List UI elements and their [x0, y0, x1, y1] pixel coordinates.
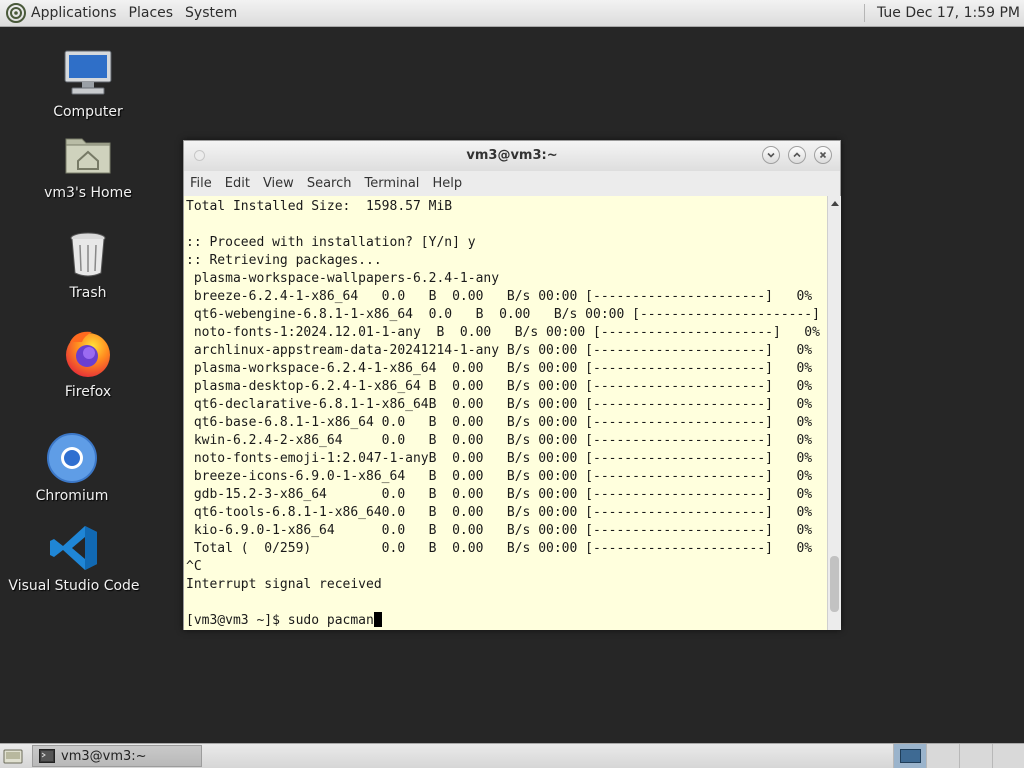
terminal-line: :: Proceed with installation? [Y/n] y: [186, 235, 476, 250]
terminal-line: Interrupt signal received: [186, 577, 382, 592]
bottom-panel: vm3@vm3:~: [0, 743, 1024, 768]
menu-terminal[interactable]: Terminal: [364, 176, 419, 191]
chevron-up-icon: [793, 152, 801, 158]
chevron-down-icon: [767, 152, 775, 158]
terminal-line: :: Retrieving packages...: [186, 253, 382, 268]
taskbar-item-label: vm3@vm3:~: [61, 748, 147, 764]
desktop-icon-label: Chromium: [35, 488, 109, 504]
text-cursor: [373, 612, 382, 627]
terminal-line: noto-fonts-1:2024.12.01-1-any B 0.00 B/s…: [186, 325, 820, 340]
panel-separator: [863, 4, 865, 22]
desktop-icon-label: Computer: [53, 104, 123, 120]
terminal-prompt: [vm3@vm3 ~]$ sudo pacman: [186, 613, 374, 628]
terminal-line: breeze-icons-6.9.0-1-x86_64 B 0.00 B/s 0…: [186, 469, 813, 484]
terminal-line: noto-fonts-emoji-1:2.047-1-anyB 0.00 B/s…: [186, 451, 813, 466]
top-panel: Applications Places System Tue Dec 17, 1…: [0, 0, 1024, 27]
desktop-icon-label: Trash: [69, 285, 107, 301]
menu-file[interactable]: File: [190, 176, 212, 191]
workspace-2[interactable]: [926, 744, 959, 768]
terminal-line: kio-6.9.0-1-x86_64 0.0 B 0.00 B/s 00:00 …: [186, 523, 813, 538]
trash-icon: [70, 232, 106, 277]
home-folder-icon: [65, 138, 111, 174]
menu-view[interactable]: View: [263, 176, 294, 191]
terminal-scrollbar[interactable]: [827, 196, 841, 630]
terminal-line: qt6-tools-6.8.1-1-x86_640.0 B 0.00 B/s 0…: [186, 505, 813, 520]
terminal-icon: [39, 749, 55, 763]
desktop-icon-chromium[interactable]: Chromium: [2, 432, 142, 504]
close-icon: [819, 151, 827, 159]
show-desktop-icon[interactable]: [3, 748, 23, 764]
clock[interactable]: Tue Dec 17, 1:59 PM: [877, 5, 1020, 21]
terminal-line: Total ( 0/259) 0.0 B 0.00 B/s 00:00 [---…: [186, 541, 813, 556]
desktop-icon-firefox[interactable]: Firefox: [18, 328, 158, 400]
terminal-output[interactable]: Total Installed Size: 1598.57 MiB :: Pro…: [184, 196, 827, 630]
system-menu[interactable]: System: [185, 5, 237, 21]
terminal-line: archlinux-appstream-data-20241214-1-any …: [186, 343, 813, 358]
terminal-line: gdb-15.2-3-x86_64 0.0 B 0.00 B/s 00:00 […: [186, 487, 813, 502]
desktop-icon-label: vm3's Home: [44, 185, 132, 201]
terminal-line: plasma-workspace-wallpapers-6.2.4-1-any: [186, 271, 500, 286]
menu-help[interactable]: Help: [432, 176, 462, 191]
computer-icon: [64, 50, 112, 95]
window-menu-dot-icon[interactable]: [194, 150, 205, 161]
close-button[interactable]: [814, 146, 832, 164]
desktop-icon-vscode[interactable]: Visual Studio Code: [4, 522, 144, 594]
firefox-icon: [66, 331, 110, 377]
scrollbar-thumb[interactable]: [830, 556, 839, 612]
window-titlebar[interactable]: vm3@vm3:~: [184, 141, 840, 171]
menu-edit[interactable]: Edit: [225, 176, 250, 191]
terminal-prompt-line[interactable]: [vm3@vm3 ~]$ sudo pacman: [186, 612, 827, 630]
desktop-icon-computer[interactable]: Computer: [18, 48, 158, 120]
window-title: vm3@vm3:~: [466, 148, 558, 163]
terminal-line: Total Installed Size: 1598.57 MiB: [186, 199, 453, 214]
workspace-3[interactable]: [959, 744, 992, 768]
chromium-icon: [47, 433, 97, 483]
desktop-icon-home[interactable]: vm3's Home: [18, 129, 158, 201]
workspace-4[interactable]: [992, 744, 1024, 768]
desktop-icon-trash[interactable]: Trash: [18, 229, 158, 301]
terminal-line: breeze-6.2.4-1-x86_64 0.0 B 0.00 B/s 00:…: [186, 289, 813, 304]
terminal-line: kwin-6.2.4-2-x86_64 0.0 B 0.00 B/s 00:00…: [186, 433, 813, 448]
terminal-line: plasma-desktop-6.2.4-1-x86_64 B 0.00 B/s…: [186, 379, 813, 394]
terminal-menubar: File Edit View Search Terminal Help: [184, 171, 840, 196]
applications-menu[interactable]: Applications: [31, 5, 117, 21]
terminal-line: qt6-declarative-6.8.1-1-x86_64B 0.00 B/s…: [186, 397, 813, 412]
workspace-1[interactable]: [893, 744, 926, 768]
taskbar-item-terminal[interactable]: vm3@vm3:~: [32, 745, 202, 767]
scroll-up-arrow-icon[interactable]: [828, 196, 841, 210]
terminal-line: qt6-webengine-6.8.1-1-x86_64 0.0 B 0.00 …: [186, 307, 827, 322]
terminal-window: vm3@vm3:~ File Edit View Search Terminal…: [183, 140, 841, 630]
terminal-line: ^C: [186, 559, 202, 574]
places-menu[interactable]: Places: [129, 5, 174, 21]
vscode-icon: [50, 526, 97, 570]
menu-search[interactable]: Search: [307, 176, 352, 191]
terminal-line: qt6-base-6.8.1-1-x86_64 0.0 B 0.00 B/s 0…: [186, 415, 813, 430]
distro-logo-icon[interactable]: [6, 3, 26, 23]
terminal-line: plasma-workspace-6.2.4-1-x86_64 0.00 B/s…: [186, 361, 813, 376]
desktop-icon-label: Visual Studio Code: [8, 578, 140, 594]
maximize-button[interactable]: [788, 146, 806, 164]
desktop-icon-label: Firefox: [64, 384, 112, 400]
minimize-button[interactable]: [762, 146, 780, 164]
